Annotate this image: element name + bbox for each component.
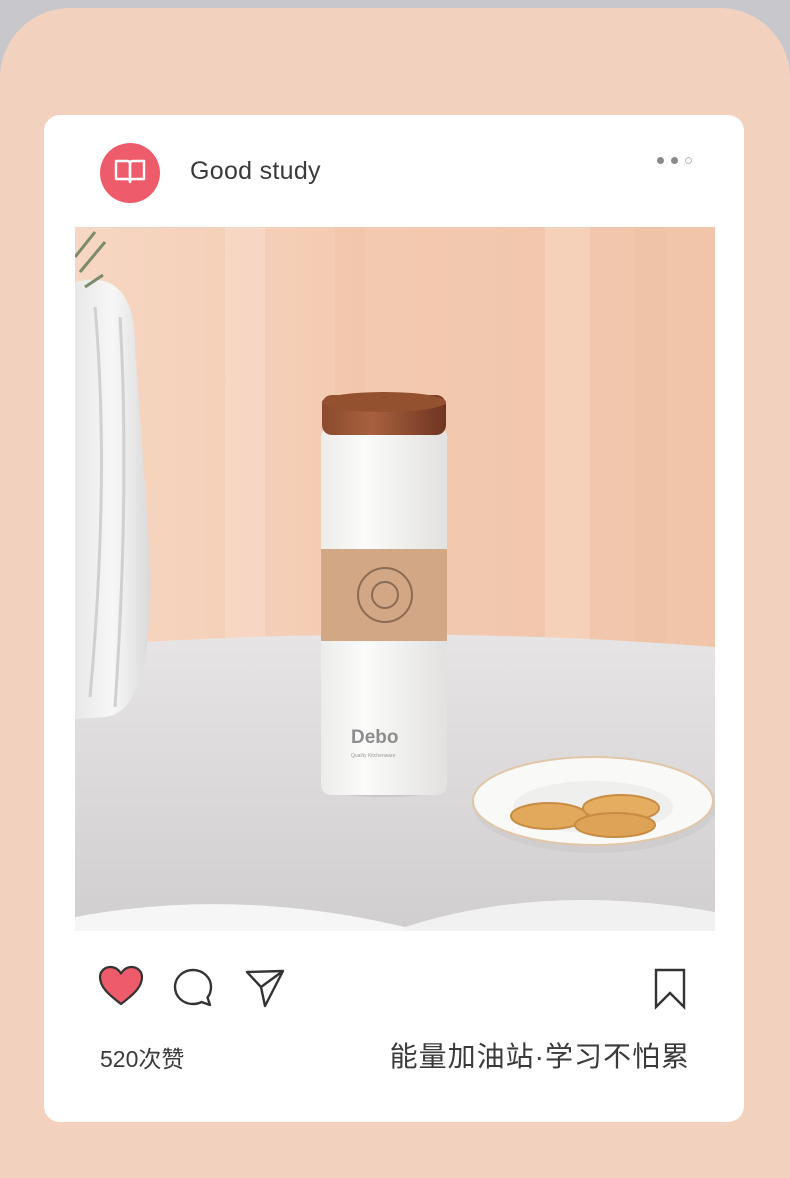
username[interactable]: Good study bbox=[190, 157, 321, 186]
post-photo: Debo Quality Kitchenware bbox=[75, 227, 715, 931]
post-card: Good study Debo Quality Kitchenware 520次… bbox=[44, 115, 744, 1122]
post-caption: 能量加油站·学习不怕累 bbox=[389, 1041, 690, 1072]
comment-icon[interactable] bbox=[172, 967, 214, 1014]
pagination-dot bbox=[657, 157, 664, 164]
avatar[interactable] bbox=[100, 143, 160, 203]
like-count: 520次赞 bbox=[100, 1046, 185, 1072]
product-tagline: Quality Kitchenware bbox=[351, 753, 396, 759]
bookmark-icon[interactable] bbox=[653, 968, 687, 1015]
pagination-dot bbox=[685, 157, 692, 164]
heart-icon[interactable] bbox=[98, 965, 144, 1012]
pagination-dots bbox=[657, 157, 692, 164]
product-brand: Debo bbox=[351, 727, 399, 748]
pagination-dot bbox=[671, 157, 678, 164]
action-bar bbox=[44, 965, 744, 1015]
book-icon bbox=[113, 157, 147, 190]
send-icon[interactable] bbox=[244, 967, 286, 1014]
